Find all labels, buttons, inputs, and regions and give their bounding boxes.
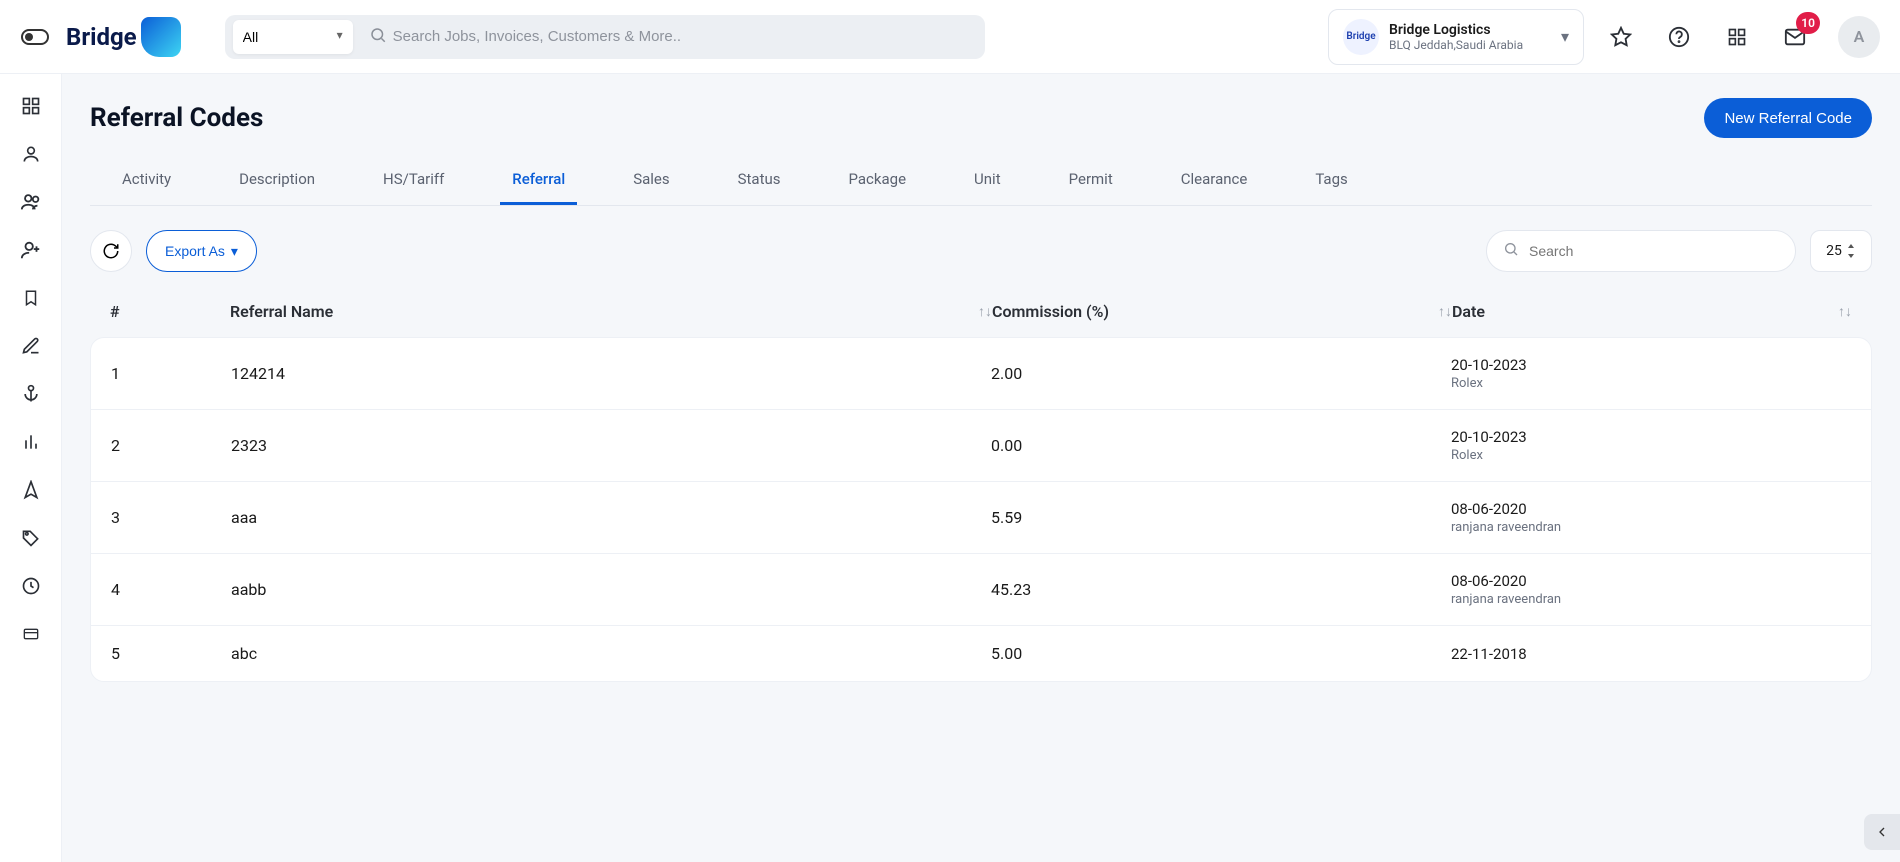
help-icon[interactable] bbox=[1658, 16, 1700, 58]
table-row[interactable]: 223230.0020-10-2023Rolex bbox=[91, 410, 1871, 482]
cell-name: 2323 bbox=[231, 436, 991, 455]
cell-date: 22-11-2018 bbox=[1451, 645, 1851, 663]
col-date-label: Date bbox=[1452, 302, 1485, 321]
rail-edit-icon[interactable] bbox=[11, 326, 51, 366]
col-index: # bbox=[110, 302, 230, 321]
cell-commission: 0.00 bbox=[991, 436, 1451, 455]
table-search bbox=[1486, 230, 1796, 272]
left-rail bbox=[0, 74, 62, 862]
rail-bookmark-icon[interactable] bbox=[11, 278, 51, 318]
org-switcher[interactable]: Bridge Bridge Logistics BLQ Jeddah,Saudi… bbox=[1328, 9, 1584, 65]
page-title: Referral Codes bbox=[90, 103, 263, 133]
tab-permit[interactable]: Permit bbox=[1057, 156, 1125, 205]
rail-dashboard-icon[interactable] bbox=[11, 86, 51, 126]
table-row[interactable]: 4aabb45.2308-06-2020ranjana raveendran bbox=[91, 554, 1871, 626]
rail-navigation-icon[interactable] bbox=[11, 470, 51, 510]
sort-icon: ↑↓ bbox=[1838, 303, 1852, 320]
cell-name: aaa bbox=[231, 508, 991, 527]
cell-commission: 5.00 bbox=[991, 644, 1451, 663]
user-avatar[interactable]: A bbox=[1838, 16, 1880, 58]
chevron-down-icon: ▾ bbox=[1561, 27, 1569, 46]
rail-card-icon[interactable] bbox=[11, 614, 51, 654]
table-body: 11242142.0020-10-2023Rolex223230.0020-10… bbox=[90, 337, 1872, 682]
rail-team-icon[interactable] bbox=[11, 182, 51, 222]
tab-hstariff[interactable]: HS/Tariff bbox=[371, 156, 456, 205]
cell-index: 1 bbox=[111, 364, 231, 383]
tab-description[interactable]: Description bbox=[227, 156, 327, 205]
tab-clearance[interactable]: Clearance bbox=[1169, 156, 1260, 205]
logo-text: Bridge bbox=[66, 23, 137, 51]
tabs: Activity Description HS/Tariff Referral Sale… bbox=[90, 156, 1872, 206]
mail-icon[interactable]: 10 bbox=[1774, 16, 1816, 58]
search-icon bbox=[363, 26, 393, 48]
chevron-down-icon: ▾ bbox=[231, 243, 238, 260]
sort-icon: ↑↓ bbox=[1438, 303, 1452, 320]
collapse-panel-button[interactable] bbox=[1864, 814, 1900, 850]
tab-referral[interactable]: Referral bbox=[500, 156, 577, 205]
page-size-select[interactable]: 25 bbox=[1810, 230, 1872, 272]
col-name-label: Referral Name bbox=[230, 302, 333, 321]
cell-date: 20-10-2023Rolex bbox=[1451, 428, 1851, 463]
cell-commission: 45.23 bbox=[991, 580, 1451, 599]
cell-index: 4 bbox=[111, 580, 231, 599]
tab-tags[interactable]: Tags bbox=[1303, 156, 1359, 205]
col-commission[interactable]: Commission (%) ↑↓ bbox=[992, 302, 1452, 321]
logo-mark-icon bbox=[141, 17, 181, 57]
cell-date: 08-06-2020ranjana raveendran bbox=[1451, 500, 1851, 535]
rail-chart-icon[interactable] bbox=[11, 422, 51, 462]
new-referral-button[interactable]: New Referral Code bbox=[1704, 98, 1872, 138]
rail-tag-icon[interactable] bbox=[11, 518, 51, 558]
export-button[interactable]: Export As ▾ bbox=[146, 230, 257, 272]
cell-index: 5 bbox=[111, 644, 231, 663]
apps-icon[interactable] bbox=[1716, 16, 1758, 58]
col-name[interactable]: Referral Name ↑↓ bbox=[230, 302, 992, 321]
cell-name: abc bbox=[231, 644, 991, 663]
cell-name: 124214 bbox=[231, 364, 991, 383]
cell-date: 20-10-2023Rolex bbox=[1451, 356, 1851, 391]
search-scope-select[interactable]: All bbox=[233, 20, 353, 54]
app-logo[interactable]: Bridge bbox=[66, 17, 181, 57]
rail-anchor-icon[interactable] bbox=[11, 374, 51, 414]
global-search: All bbox=[225, 15, 985, 59]
col-commission-label: Commission (%) bbox=[992, 302, 1109, 321]
rail-add-user-icon[interactable] bbox=[11, 230, 51, 270]
cell-commission: 5.59 bbox=[991, 508, 1451, 527]
sort-icon bbox=[1846, 244, 1856, 258]
table-row[interactable]: 11242142.0020-10-2023Rolex bbox=[91, 338, 1871, 410]
org-meta: Bridge Logistics BLQ Jeddah,Saudi Arabia bbox=[1389, 22, 1523, 52]
table-header: # Referral Name ↑↓ Commission (%) ↑↓ Dat… bbox=[90, 286, 1872, 337]
cell-name: aabb bbox=[231, 580, 991, 599]
mail-badge: 10 bbox=[1796, 12, 1820, 34]
toggle-switch[interactable] bbox=[20, 27, 50, 47]
org-location: BLQ Jeddah,Saudi Arabia bbox=[1389, 38, 1523, 52]
topbar: Bridge All Bridge Bridge Logistics BLQ J… bbox=[0, 0, 1900, 74]
col-date[interactable]: Date ↑↓ bbox=[1452, 302, 1852, 321]
refresh-button[interactable] bbox=[90, 230, 132, 272]
rail-user-icon[interactable] bbox=[11, 134, 51, 174]
global-search-input[interactable] bbox=[393, 28, 977, 45]
rail-history-icon[interactable] bbox=[11, 566, 51, 606]
export-label: Export As bbox=[165, 243, 225, 259]
page-size-value: 25 bbox=[1826, 243, 1842, 259]
main-content: Referral Codes New Referral Code Activit… bbox=[62, 74, 1900, 862]
tab-unit[interactable]: Unit bbox=[962, 156, 1013, 205]
table-row[interactable]: 3aaa5.5908-06-2020ranjana raveendran bbox=[91, 482, 1871, 554]
cell-index: 2 bbox=[111, 436, 231, 455]
search-icon bbox=[1503, 241, 1519, 261]
cell-index: 3 bbox=[111, 508, 231, 527]
tab-sales[interactable]: Sales bbox=[621, 156, 681, 205]
org-avatar: Bridge bbox=[1343, 19, 1379, 55]
cell-commission: 2.00 bbox=[991, 364, 1451, 383]
org-name: Bridge Logistics bbox=[1389, 22, 1523, 38]
sort-icon: ↑↓ bbox=[978, 303, 992, 320]
favorite-icon[interactable] bbox=[1600, 16, 1642, 58]
tab-status[interactable]: Status bbox=[726, 156, 793, 205]
table-row[interactable]: 5abc5.0022-11-2018 bbox=[91, 626, 1871, 681]
tab-activity[interactable]: Activity bbox=[110, 156, 183, 205]
table-toolbar: Export As ▾ 25 bbox=[90, 230, 1872, 272]
table-search-input[interactable] bbox=[1529, 243, 1779, 259]
cell-date: 08-06-2020ranjana raveendran bbox=[1451, 572, 1851, 607]
tab-package[interactable]: Package bbox=[837, 156, 919, 205]
